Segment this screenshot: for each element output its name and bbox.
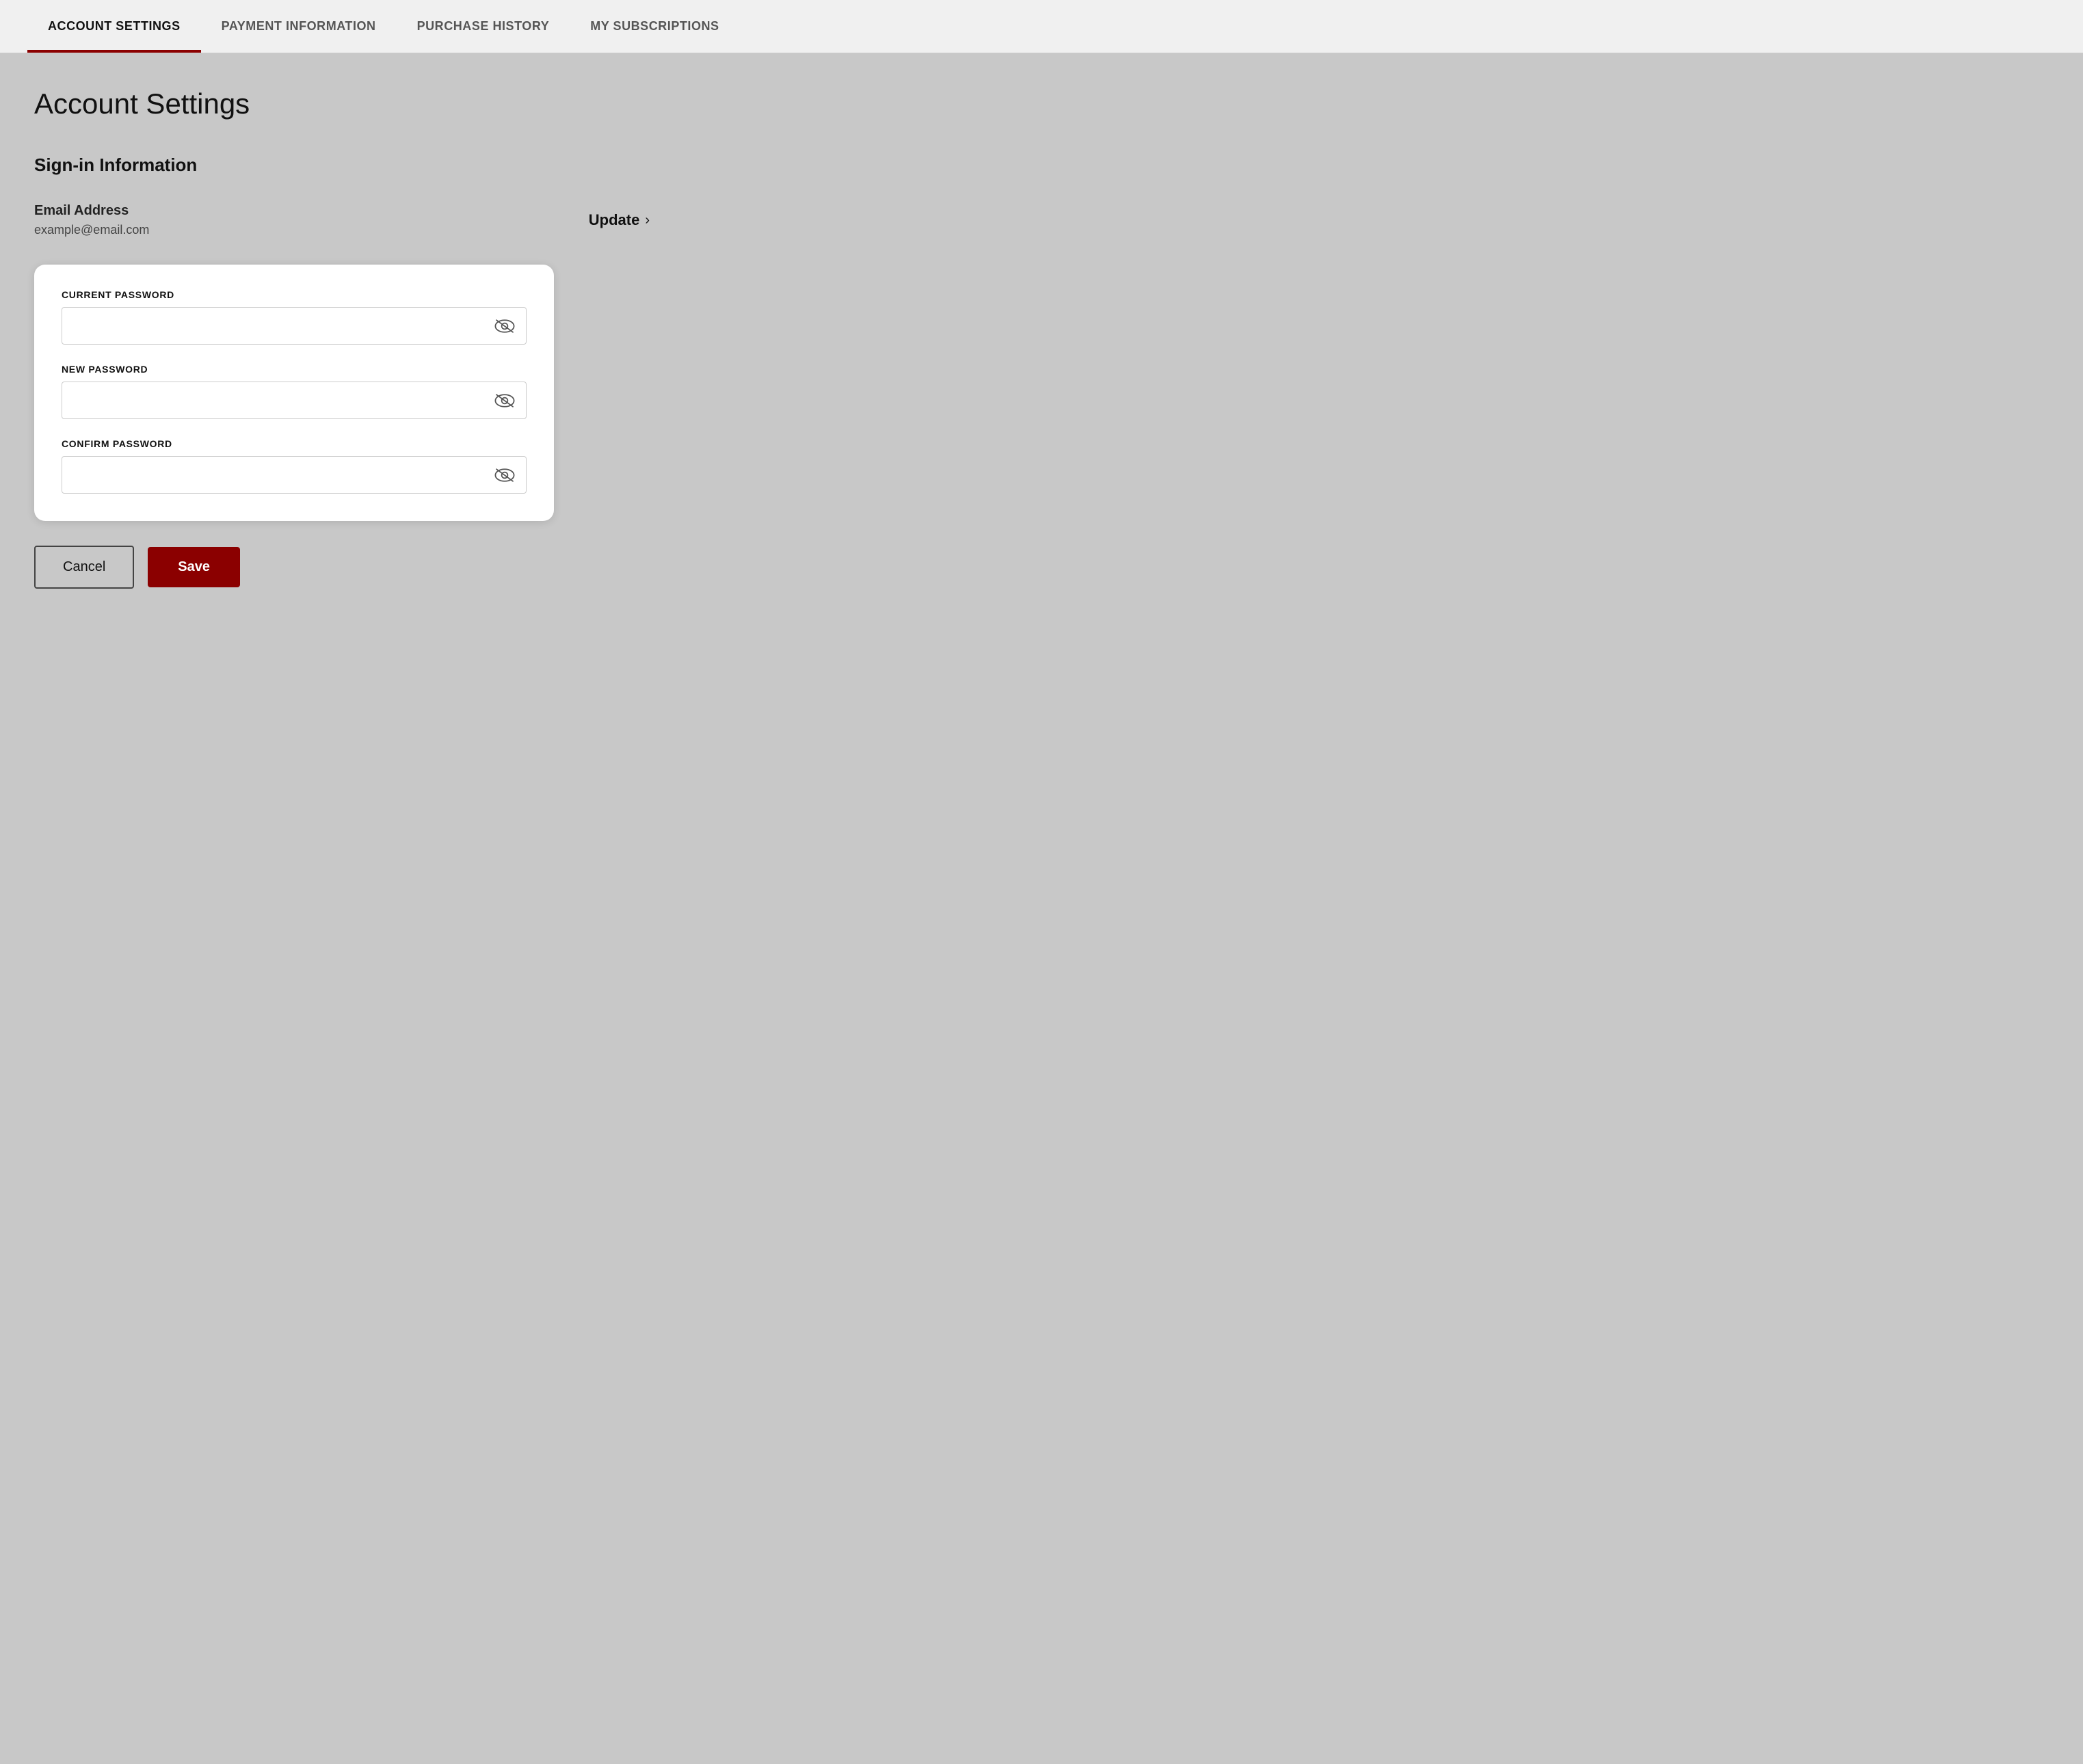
new-password-label: NEW PASSWORD — [62, 364, 527, 375]
toggle-confirm-password-visibility[interactable] — [494, 464, 516, 486]
toggle-current-password-visibility[interactable] — [494, 315, 516, 337]
tab-account-settings[interactable]: ACCOUNT SETTINGS — [27, 0, 201, 53]
top-navigation: ACCOUNT SETTINGS PAYMENT INFORMATION PUR… — [0, 0, 2083, 53]
email-info: Email Address example@email.com — [34, 203, 149, 237]
confirm-password-input[interactable] — [62, 456, 527, 494]
main-content: Account Settings Sign-in Information Ema… — [0, 53, 2083, 630]
current-password-group: CURRENT PASSWORD — [62, 289, 527, 345]
toggle-new-password-visibility[interactable] — [494, 390, 516, 412]
update-email-link[interactable]: Update › — [589, 211, 650, 229]
action-buttons: Cancel Save — [34, 546, 2049, 589]
tab-purchase-history[interactable]: PURCHASE HISTORY — [397, 0, 570, 53]
email-row: Email Address example@email.com Update › — [34, 203, 650, 237]
tab-payment-information[interactable]: PAYMENT INFORMATION — [201, 0, 397, 53]
current-password-label: CURRENT PASSWORD — [62, 289, 527, 300]
chevron-right-icon: › — [645, 213, 650, 228]
email-value: example@email.com — [34, 223, 149, 237]
new-password-wrapper — [62, 382, 527, 419]
confirm-password-label: CONFIRM PASSWORD — [62, 438, 527, 449]
current-password-input[interactable] — [62, 307, 527, 345]
eye-slash-icon — [494, 315, 516, 337]
confirm-password-wrapper — [62, 456, 527, 494]
new-password-group: NEW PASSWORD — [62, 364, 527, 419]
password-card: CURRENT PASSWORD NEW PASSWORD — [34, 265, 554, 521]
page-title: Account Settings — [34, 88, 2049, 120]
confirm-password-group: CONFIRM PASSWORD — [62, 438, 527, 494]
eye-slash-icon — [494, 464, 516, 486]
email-label: Email Address — [34, 203, 149, 219]
new-password-input[interactable] — [62, 382, 527, 419]
save-button[interactable]: Save — [148, 547, 240, 587]
update-label: Update — [589, 211, 640, 229]
section-title: Sign-in Information — [34, 155, 2049, 176]
tab-my-subscriptions[interactable]: MY SUBSCRIPTIONS — [570, 0, 739, 53]
cancel-button[interactable]: Cancel — [34, 546, 134, 589]
eye-slash-icon — [494, 390, 516, 412]
current-password-wrapper — [62, 307, 527, 345]
